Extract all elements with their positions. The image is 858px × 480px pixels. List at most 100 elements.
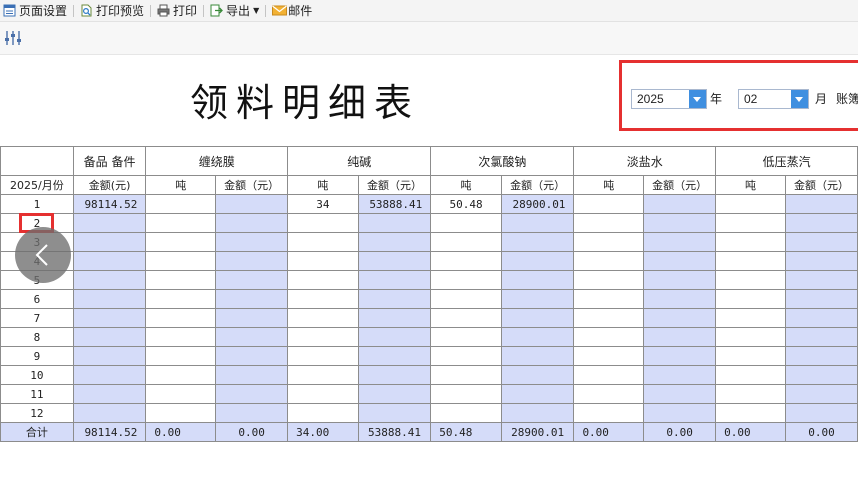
data-cell[interactable] bbox=[500, 403, 575, 423]
data-cell[interactable] bbox=[643, 232, 717, 252]
data-cell[interactable] bbox=[784, 327, 858, 347]
data-cell[interactable] bbox=[573, 327, 645, 347]
data-cell[interactable] bbox=[357, 251, 432, 271]
data-cell[interactable] bbox=[287, 346, 359, 366]
data-cell[interactable] bbox=[715, 232, 786, 252]
data-cell[interactable] bbox=[430, 232, 502, 252]
data-cell[interactable] bbox=[500, 213, 575, 233]
data-cell[interactable] bbox=[145, 384, 217, 404]
data-cell[interactable] bbox=[145, 327, 217, 347]
data-cell[interactable] bbox=[145, 251, 217, 271]
data-cell[interactable] bbox=[287, 289, 359, 309]
data-cell[interactable] bbox=[643, 403, 717, 423]
page-setup-button[interactable]: 页面设置 bbox=[0, 1, 70, 20]
data-cell[interactable] bbox=[500, 270, 575, 290]
data-cell[interactable] bbox=[215, 365, 289, 385]
data-cell[interactable] bbox=[72, 270, 147, 290]
data-cell[interactable] bbox=[500, 384, 575, 404]
data-cell[interactable] bbox=[72, 289, 147, 309]
data-cell[interactable] bbox=[715, 403, 786, 423]
data-cell[interactable] bbox=[500, 327, 575, 347]
data-cell[interactable] bbox=[287, 308, 359, 328]
data-cell[interactable]: 34 bbox=[287, 194, 359, 214]
data-cell[interactable] bbox=[357, 232, 432, 252]
data-cell[interactable] bbox=[357, 270, 432, 290]
data-cell[interactable] bbox=[573, 270, 645, 290]
data-cell[interactable] bbox=[72, 346, 147, 366]
data-cell[interactable] bbox=[215, 308, 289, 328]
data-cell[interactable] bbox=[145, 232, 217, 252]
data-cell[interactable] bbox=[715, 308, 786, 328]
data-cell[interactable] bbox=[287, 232, 359, 252]
data-cell[interactable]: 28900.01 bbox=[500, 194, 575, 214]
data-cell[interactable] bbox=[72, 213, 147, 233]
data-cell[interactable] bbox=[287, 384, 359, 404]
data-cell[interactable] bbox=[72, 327, 147, 347]
data-cell[interactable] bbox=[430, 251, 502, 271]
data-cell[interactable] bbox=[287, 403, 359, 423]
data-cell[interactable] bbox=[357, 403, 432, 423]
data-cell[interactable]: 53888.41 bbox=[357, 194, 432, 214]
data-cell[interactable] bbox=[715, 365, 786, 385]
data-cell[interactable] bbox=[573, 289, 645, 309]
data-cell[interactable] bbox=[287, 365, 359, 385]
data-cell[interactable] bbox=[573, 384, 645, 404]
data-cell[interactable] bbox=[430, 213, 502, 233]
data-cell[interactable] bbox=[573, 251, 645, 271]
data-cell[interactable] bbox=[784, 251, 858, 271]
data-cell[interactable] bbox=[215, 194, 289, 214]
data-cell[interactable] bbox=[145, 194, 217, 214]
data-cell[interactable]: 50.48 bbox=[430, 194, 502, 214]
data-cell[interactable] bbox=[145, 270, 217, 290]
data-cell[interactable] bbox=[215, 327, 289, 347]
data-cell[interactable] bbox=[430, 403, 502, 423]
data-cell[interactable] bbox=[500, 251, 575, 271]
filter-sliders-icon[interactable] bbox=[4, 30, 26, 48]
month-select[interactable]: 02 bbox=[738, 89, 809, 109]
data-cell[interactable] bbox=[715, 327, 786, 347]
data-cell[interactable] bbox=[784, 403, 858, 423]
data-cell[interactable] bbox=[215, 270, 289, 290]
data-cell[interactable] bbox=[145, 308, 217, 328]
data-cell[interactable] bbox=[430, 327, 502, 347]
data-cell[interactable] bbox=[715, 251, 786, 271]
export-button[interactable]: 导出 ▼ bbox=[207, 1, 262, 20]
data-cell[interactable] bbox=[72, 232, 147, 252]
data-cell[interactable] bbox=[715, 289, 786, 309]
data-cell[interactable] bbox=[643, 365, 717, 385]
data-cell[interactable] bbox=[72, 384, 147, 404]
data-cell[interactable] bbox=[145, 365, 217, 385]
data-cell[interactable] bbox=[573, 403, 645, 423]
data-cell[interactable] bbox=[573, 308, 645, 328]
data-cell[interactable] bbox=[500, 289, 575, 309]
data-cell[interactable] bbox=[573, 213, 645, 233]
data-cell[interactable] bbox=[715, 384, 786, 404]
data-cell[interactable] bbox=[784, 346, 858, 366]
data-cell[interactable] bbox=[215, 346, 289, 366]
data-cell[interactable] bbox=[715, 194, 786, 214]
data-cell[interactable] bbox=[784, 232, 858, 252]
data-cell[interactable] bbox=[430, 346, 502, 366]
print-button[interactable]: 打印 bbox=[154, 1, 200, 20]
data-cell[interactable]: 98114.52 bbox=[72, 194, 147, 214]
data-cell[interactable] bbox=[643, 384, 717, 404]
data-cell[interactable] bbox=[430, 289, 502, 309]
data-cell[interactable] bbox=[215, 403, 289, 423]
data-cell[interactable] bbox=[145, 213, 217, 233]
dropdown-arrow-icon[interactable] bbox=[689, 90, 706, 108]
data-cell[interactable] bbox=[715, 213, 786, 233]
data-cell[interactable] bbox=[784, 365, 858, 385]
data-cell[interactable] bbox=[357, 213, 432, 233]
data-cell[interactable] bbox=[215, 384, 289, 404]
year-select[interactable]: 2025 bbox=[631, 89, 707, 109]
data-cell[interactable] bbox=[430, 384, 502, 404]
data-cell[interactable] bbox=[145, 346, 217, 366]
data-cell[interactable] bbox=[357, 346, 432, 366]
data-cell[interactable] bbox=[643, 289, 717, 309]
data-cell[interactable] bbox=[215, 289, 289, 309]
data-cell[interactable] bbox=[430, 365, 502, 385]
data-cell[interactable] bbox=[784, 308, 858, 328]
data-cell[interactable] bbox=[643, 346, 717, 366]
data-cell[interactable] bbox=[573, 194, 645, 214]
data-cell[interactable] bbox=[215, 213, 289, 233]
